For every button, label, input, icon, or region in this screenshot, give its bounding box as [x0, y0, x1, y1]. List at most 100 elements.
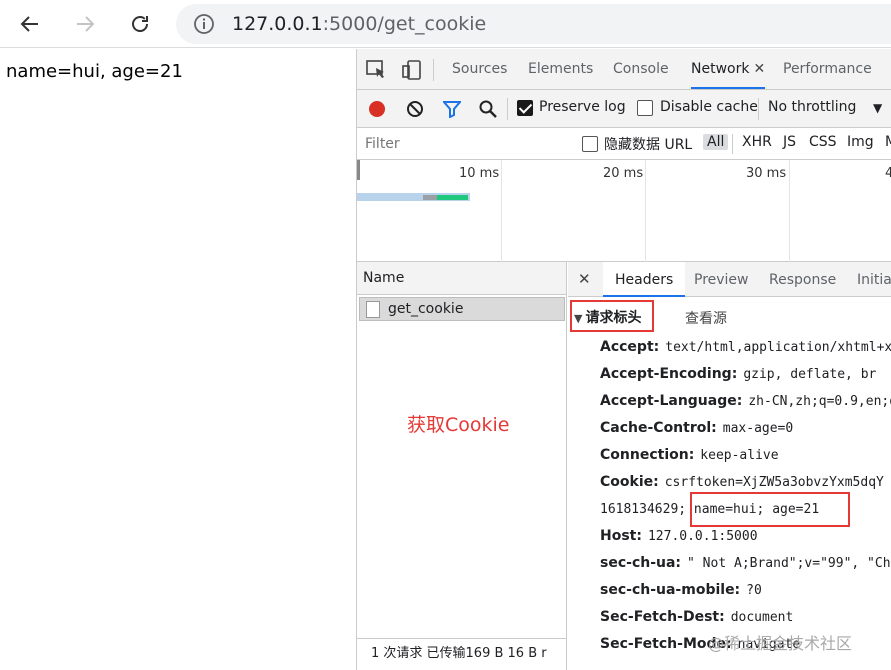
search-button[interactable] — [477, 98, 499, 120]
overview-tick: 30 ms — [746, 166, 787, 181]
info-icon[interactable] — [193, 13, 215, 35]
header-value: max-age=0 — [722, 421, 794, 436]
device-toolbar-icon[interactable] — [401, 59, 423, 81]
header-key: sec-ch-ua: — [600, 555, 682, 571]
header-row: Connection: keep-alive — [600, 447, 779, 463]
document-icon — [366, 301, 380, 318]
filter-funnel-icon — [443, 101, 461, 118]
header-row: Accept-Encoding: gzip, deflate, br — [600, 366, 876, 382]
filter-type-media[interactable]: M — [885, 134, 891, 150]
header-key: Connection: — [600, 447, 695, 463]
reload-button[interactable] — [124, 8, 156, 40]
request-row[interactable]: get_cookie — [359, 297, 565, 321]
name-column-header[interactable]: Name — [357, 262, 566, 295]
header-key: Cookie: — [600, 474, 659, 490]
header-value: keep-alive — [700, 448, 779, 463]
hide-data-urls-label[interactable]: 隐藏数据 URL — [604, 134, 692, 154]
throttling-select[interactable]: No throttling — [768, 99, 856, 115]
network-toolbar: Preserve log Disable cache No throttling… — [357, 90, 891, 128]
request-list: Name get_cookie 获取Cookie 1 次请求 已传输169 B … — [357, 262, 567, 670]
header-value: ?0 — [746, 583, 762, 598]
tab-sources[interactable]: Sources — [452, 49, 507, 89]
header-value: document — [730, 610, 794, 625]
header-row: sec-ch-ua-mobile: ?0 — [600, 582, 762, 598]
arrow-right-icon — [77, 16, 95, 32]
reload-icon — [132, 16, 148, 32]
filter-type-xhr[interactable]: XHR — [742, 134, 772, 150]
arrow-left-icon — [20, 16, 38, 32]
tab-network[interactable]: Network ✕ — [691, 49, 766, 89]
forward-button[interactable] — [69, 8, 101, 40]
tab-preview[interactable]: Preview — [694, 262, 749, 297]
tab-network-label: Network — [691, 61, 750, 77]
clear-button[interactable] — [404, 98, 426, 120]
request-name: get_cookie — [388, 301, 464, 317]
filter-type-css[interactable]: CSS — [809, 134, 837, 150]
network-overview[interactable]: 10 ms 20 ms 30 ms 4 — [357, 160, 891, 262]
devtools-tabbar: Sources Elements Console Network ✕ Perfor… — [357, 49, 891, 90]
header-row: sec-ch-ua: " Not A;Brand";v="99", "Ch — [600, 555, 891, 571]
browser-toolbar: 127.0.0.1:5000/get_cookie — [0, 0, 891, 48]
cookie-prefix: 1618134629; — [600, 502, 687, 517]
address-bar[interactable]: 127.0.0.1:5000/get_cookie — [176, 4, 891, 44]
tab-headers[interactable]: Headers — [603, 262, 686, 297]
filter-type-img[interactable]: Img — [847, 134, 874, 150]
hide-data-urls-checkbox[interactable] — [582, 136, 598, 152]
tab-response[interactable]: Response — [769, 262, 836, 297]
filter-type-js[interactable]: JS — [783, 134, 796, 150]
detail-tabbar: ✕ Headers Preview Response Initiat — [568, 262, 891, 297]
header-value: zh-CN,zh;q=0.9,en;q= — [748, 394, 891, 409]
tab-elements[interactable]: Elements — [528, 49, 593, 89]
devtools-panel: Sources Elements Console Network ✕ Perfor… — [356, 49, 891, 670]
header-row: Cache-Control: max-age=0 — [600, 420, 793, 436]
tab-console[interactable]: Console — [613, 49, 669, 89]
request-detail-pane: ✕ Headers Preview Response Initiat ▼请求标头… — [568, 262, 891, 670]
header-row: Host: 127.0.0.1:5000 — [600, 528, 758, 544]
preserve-log-checkbox[interactable] — [517, 100, 533, 116]
header-key: Cache-Control: — [600, 420, 717, 436]
tab-initiator[interactable]: Initiat — [857, 262, 891, 297]
filter-toggle-button[interactable] — [441, 98, 463, 120]
watermark: @稀土掘金技术社区 — [708, 634, 853, 653]
back-button[interactable] — [14, 8, 46, 40]
header-key: Sec-Fetch-Dest: — [600, 609, 725, 625]
timeline-bar-download — [437, 195, 468, 200]
record-icon — [369, 101, 385, 117]
header-value: " Not A;Brand";v="99", "Ch — [687, 556, 891, 571]
overview-edge — [357, 160, 360, 180]
header-row: Accept-Language: zh-CN,zh;q=0.9,en;q= — [600, 393, 891, 409]
overview-tick: 10 ms — [459, 166, 500, 181]
disable-cache-label[interactable]: Disable cache — [660, 99, 758, 115]
chevron-down-icon[interactable]: ▼ — [873, 101, 882, 115]
header-value: text/html,application/xhtml+x — [665, 340, 891, 355]
inspect-element-icon[interactable] — [365, 59, 387, 81]
overview-gridline — [501, 160, 502, 262]
page-viewport: name=hui, age=21 — [0, 49, 356, 670]
toolbar-separator — [507, 98, 508, 120]
highlight-box-cookie — [690, 492, 850, 527]
disable-cache-checkbox[interactable] — [637, 100, 653, 116]
header-key: sec-ch-ua-mobile: — [600, 582, 741, 598]
overview-gridline — [789, 160, 790, 262]
filter-type-all[interactable]: All — [703, 134, 729, 150]
url-host: 127.0.0.1 — [232, 13, 323, 35]
header-row: Accept: text/html,application/xhtml+x — [600, 339, 891, 355]
status-summary: 1 次请求 已传输169 B 16 B r — [357, 638, 566, 670]
close-icon[interactable]: ✕ — [578, 270, 591, 288]
url-text[interactable]: 127.0.0.1:5000/get_cookie — [232, 12, 486, 36]
toolbar-separator-2 — [758, 98, 759, 120]
search-icon — [479, 100, 497, 118]
tabbar-separator — [433, 59, 434, 81]
header-key: Host: — [600, 528, 642, 544]
record-button[interactable] — [366, 98, 388, 120]
tab-performance[interactable]: Performance — [783, 49, 872, 89]
url-path: :5000/get_cookie — [322, 13, 487, 35]
view-source-link[interactable]: 查看源 — [685, 308, 727, 328]
overview-tick: 20 ms — [603, 166, 644, 181]
header-key: Accept-Language: — [600, 393, 743, 409]
page-content: name=hui, age=21 — [6, 61, 183, 82]
preserve-log-label[interactable]: Preserve log — [539, 99, 626, 115]
filter-input[interactable] — [359, 131, 567, 157]
annotation-label: 获取Cookie — [407, 414, 510, 436]
close-icon[interactable]: ✕ — [753, 61, 765, 77]
